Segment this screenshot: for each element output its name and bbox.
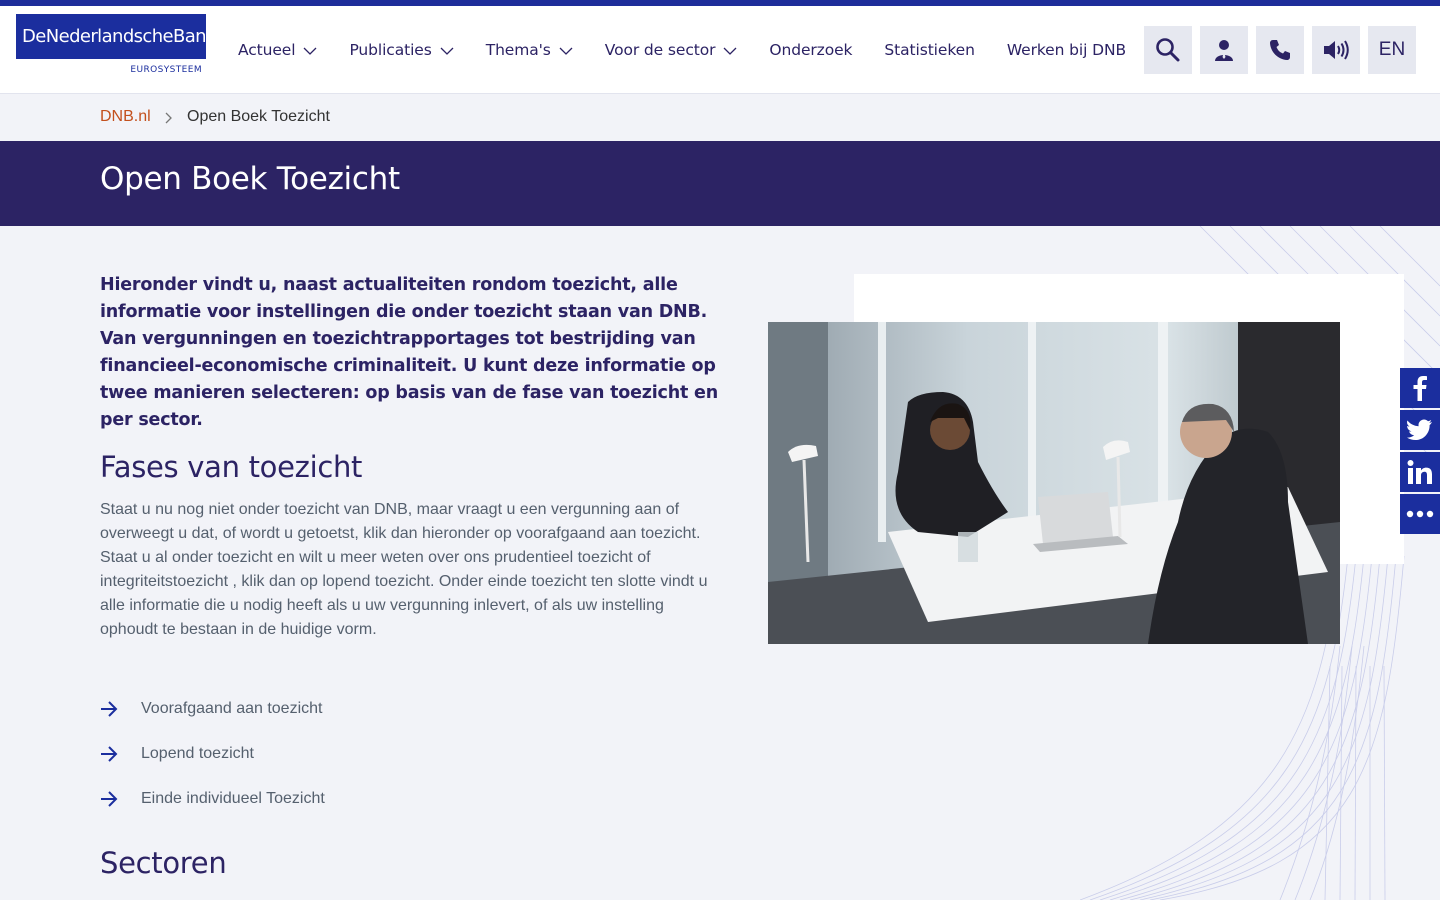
phone-icon xyxy=(1270,40,1290,60)
more-icon xyxy=(1406,510,1434,518)
nav-item-label: Onderzoek xyxy=(769,40,853,59)
page-title-banner: Open Boek Toezicht xyxy=(0,141,1440,226)
nav-item-voor-de-sector[interactable]: Voor de sector xyxy=(589,6,754,93)
logo-wordmark: DeNederlandscheBank xyxy=(16,14,206,59)
link-label: Lopend toezicht xyxy=(141,744,254,762)
search-button[interactable] xyxy=(1144,26,1192,74)
main-nav: Actueel Publicaties Thema's Voor de sect… xyxy=(222,6,1142,93)
nav-item-publicaties[interactable]: Publicaties xyxy=(333,6,469,93)
link-lopend[interactable]: Lopend toezicht xyxy=(100,731,325,776)
nav-item-label: Thema's xyxy=(485,40,551,59)
link-voorafgaand[interactable]: Voorafgaand aan toezicht xyxy=(100,686,325,731)
facebook-icon xyxy=(1413,376,1427,401)
twitter-icon xyxy=(1407,419,1432,440)
share-twitter-button[interactable] xyxy=(1400,410,1440,450)
share-more-button[interactable] xyxy=(1400,494,1440,534)
readspeaker-button[interactable] xyxy=(1312,26,1360,74)
link-label: Einde individueel Toezicht xyxy=(141,789,325,807)
share-facebook-button[interactable] xyxy=(1400,368,1440,408)
contact-button[interactable] xyxy=(1256,26,1304,74)
fases-description: Staat u nu nog niet onder toezicht van D… xyxy=(100,501,708,638)
speaker-icon xyxy=(1324,40,1349,60)
user-icon xyxy=(1215,40,1233,61)
chevron-down-icon xyxy=(723,47,737,55)
nav-item-themas[interactable]: Thema's xyxy=(470,6,589,93)
sectoren-heading: Sectoren xyxy=(100,846,227,880)
search-icon xyxy=(1156,38,1180,62)
nav-item-label: Werken bij DNB xyxy=(1006,40,1126,59)
share-linkedin-button[interactable] xyxy=(1400,452,1440,492)
language-switch[interactable]: EN xyxy=(1368,26,1416,74)
chevron-down-icon xyxy=(303,47,317,55)
linkedin-icon xyxy=(1407,460,1432,484)
breadcrumb-home-link[interactable]: DNB.nl xyxy=(100,108,151,126)
logo-subtitle: EUROSYSTEEM xyxy=(130,65,202,75)
breadcrumb-current: Open Boek Toezicht xyxy=(187,108,330,125)
arrow-right-icon xyxy=(101,790,118,807)
arrow-right-icon xyxy=(101,700,118,717)
chevron-down-icon xyxy=(559,47,573,55)
arrow-right-icon xyxy=(101,745,118,762)
chevron-right-icon xyxy=(165,112,172,124)
page-title: Open Boek Toezicht xyxy=(100,161,400,197)
nav-item-werken-bij-dnb[interactable]: Werken bij DNB xyxy=(991,6,1142,93)
nav-item-actueel[interactable]: Actueel xyxy=(222,6,333,93)
nav-item-label: Publicaties xyxy=(349,40,432,59)
intro-text: Hieronder vindt u, naast actualiteiten r… xyxy=(100,275,718,430)
nav-item-statistieken[interactable]: Statistieken xyxy=(868,6,990,93)
breadcrumb: DNB.nl Open Boek Toezicht xyxy=(0,93,1440,141)
nav-item-label: Voor de sector xyxy=(604,40,716,59)
fases-link-list: Voorafgaand aan toezicht Lopend toezicht… xyxy=(100,686,325,821)
chevron-down-icon xyxy=(440,47,454,55)
link-label: Voorafgaand aan toezicht xyxy=(141,699,323,717)
nav-item-label: Actueel xyxy=(238,40,296,59)
nav-item-label: Statistieken xyxy=(884,40,975,59)
nav-item-onderzoek[interactable]: Onderzoek xyxy=(753,6,868,93)
site-header: DeNederlandscheBank EUROSYSTEEM Actueel … xyxy=(0,6,1440,93)
login-button[interactable] xyxy=(1200,26,1248,74)
link-einde[interactable]: Einde individueel Toezicht xyxy=(100,776,325,821)
meeting-photo xyxy=(768,322,1340,644)
fases-heading: Fases van toezicht xyxy=(100,450,363,484)
dnb-logo[interactable]: DeNederlandscheBank EUROSYSTEEM xyxy=(16,14,206,75)
